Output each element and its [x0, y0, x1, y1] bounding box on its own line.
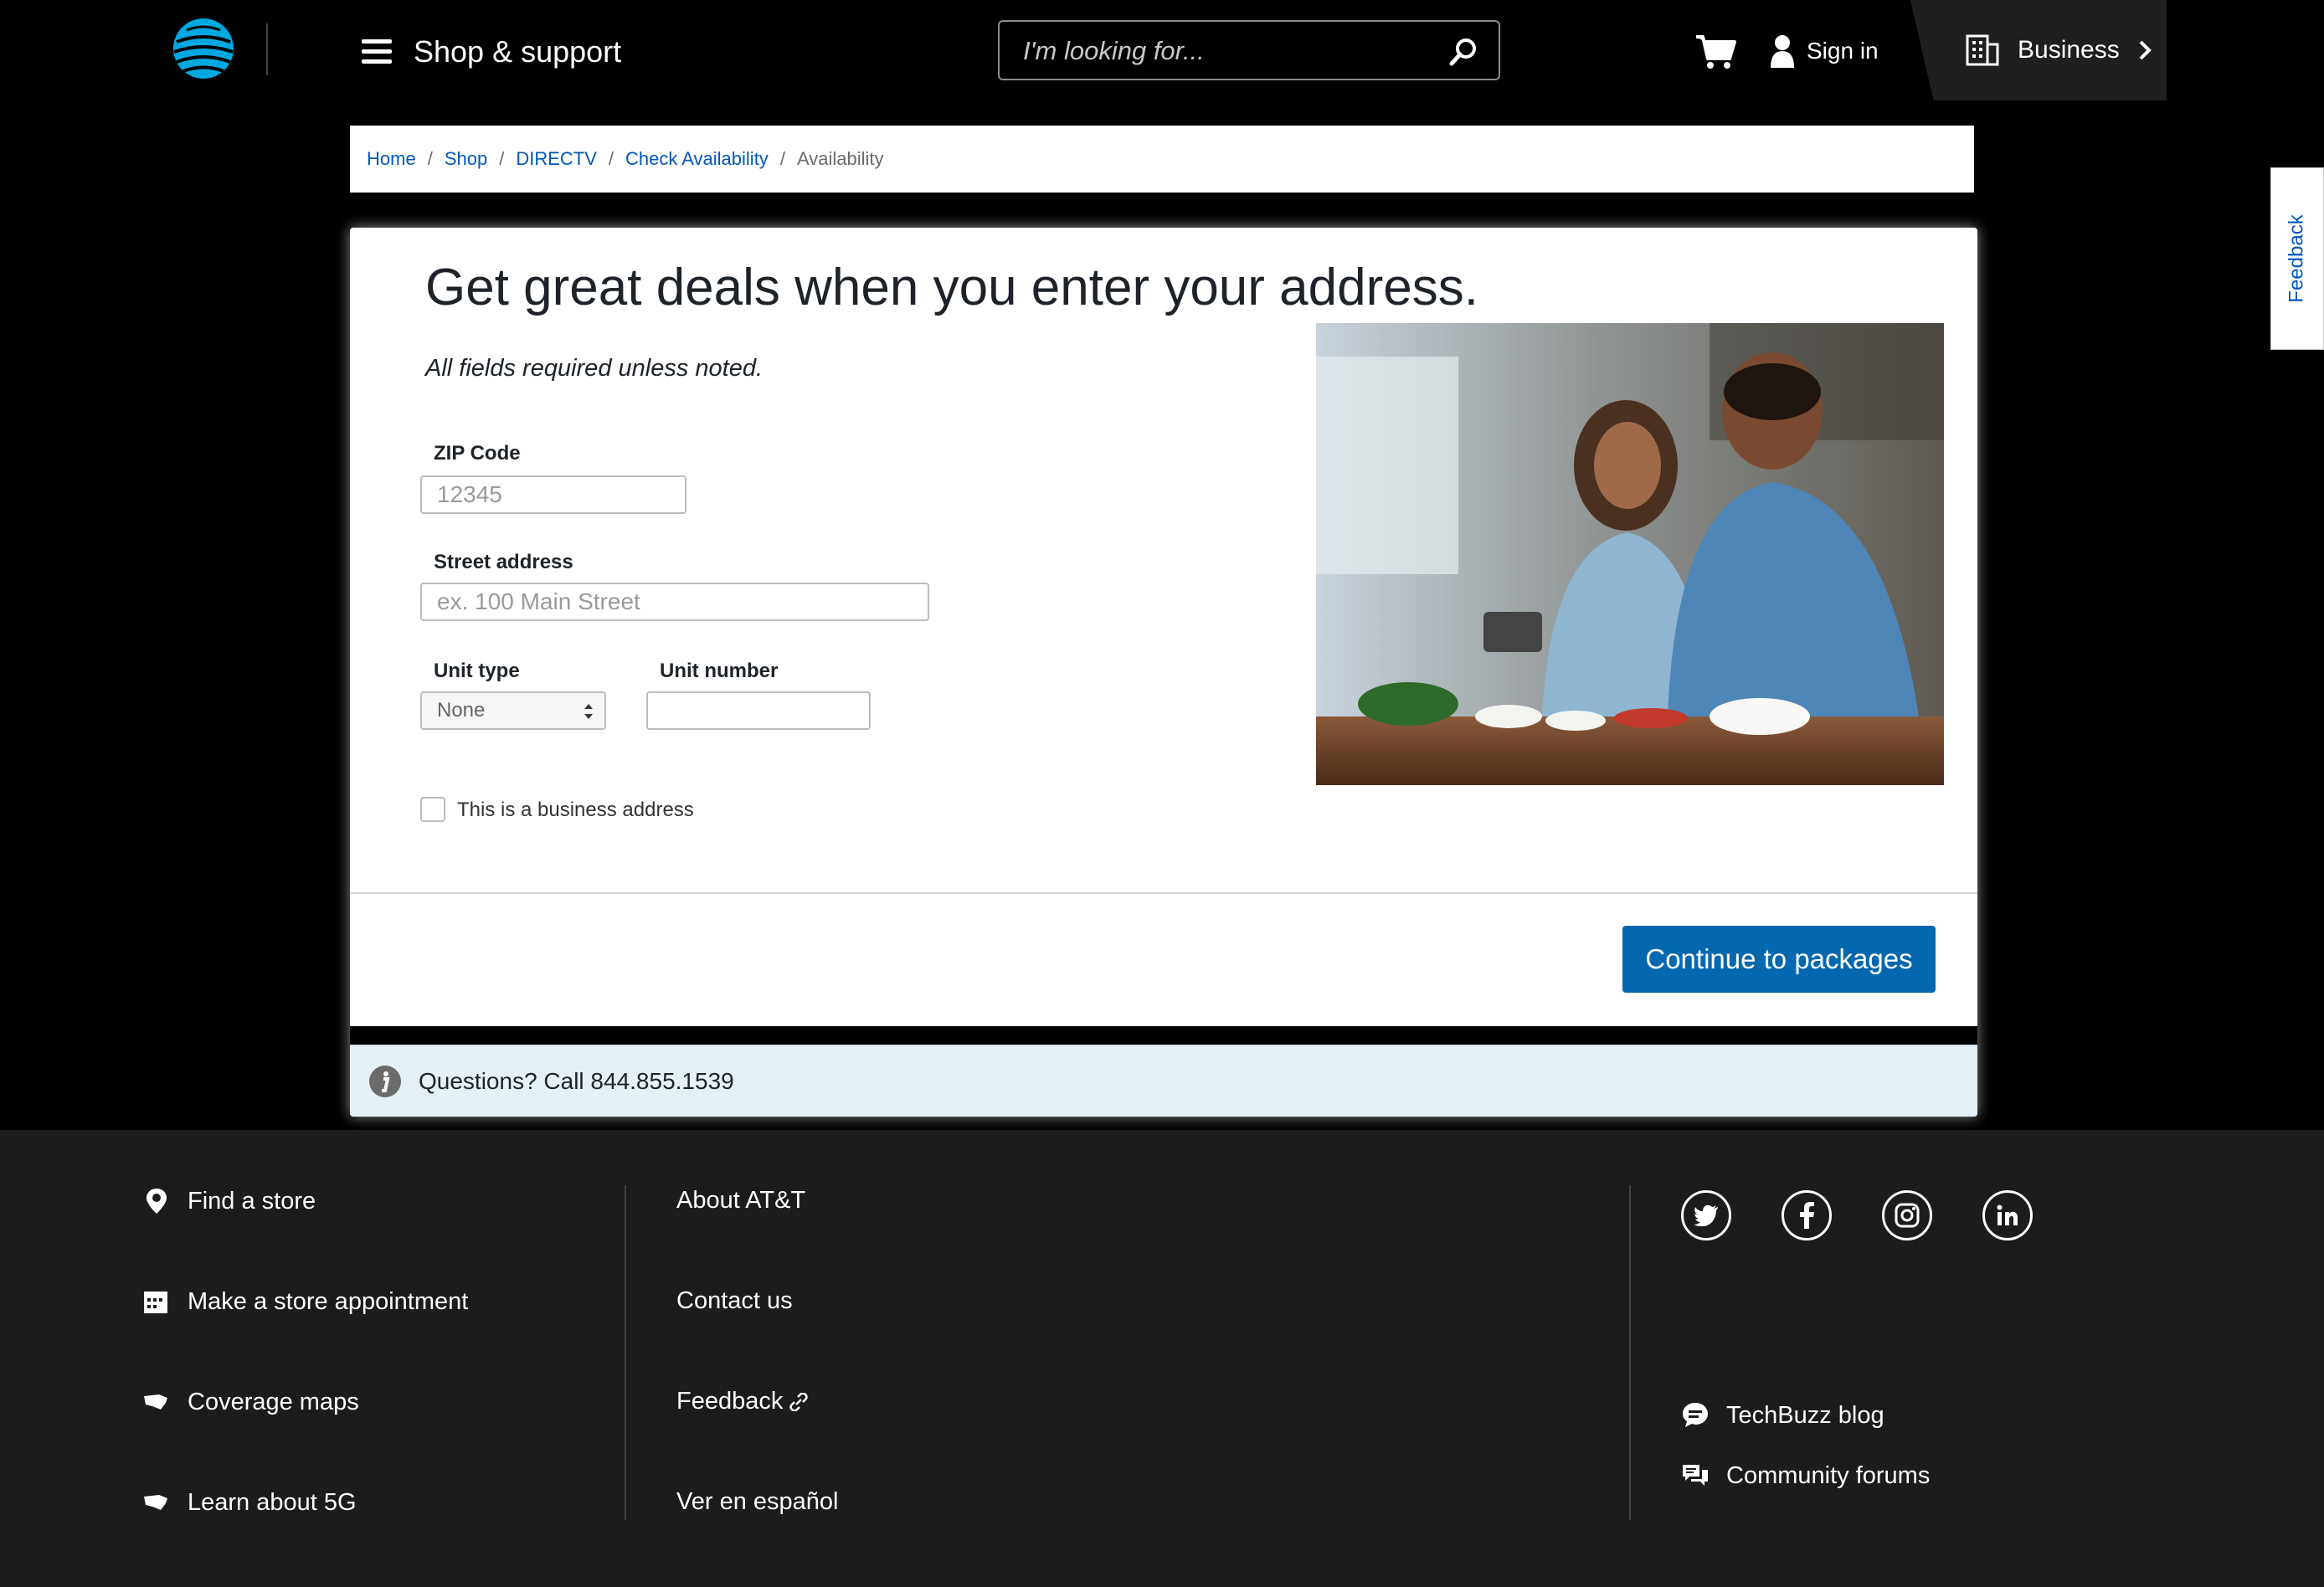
card-divider	[350, 892, 1977, 894]
user-icon	[1771, 35, 1794, 68]
usa-map-icon	[144, 1495, 167, 1510]
breadcrumb-home[interactable]: Home	[367, 148, 416, 170]
street-address-label: Street address	[434, 551, 573, 573]
street-address-input[interactable]	[420, 583, 929, 621]
att-globe-logo[interactable]	[172, 17, 235, 80]
logo-divider	[266, 23, 268, 75]
footer-divider	[625, 1185, 626, 1520]
zip-label: ZIP Code	[434, 442, 521, 465]
search-box	[998, 20, 1500, 80]
breadcrumb-separator: /	[608, 148, 614, 169]
footer-community-forums[interactable]: Community forums	[1681, 1461, 1930, 1490]
breadcrumb-separator: /	[499, 148, 505, 169]
forum-icon	[1683, 1465, 1708, 1486]
unit-type-select[interactable]: None	[420, 691, 606, 730]
breadcrumb-separator: /	[427, 148, 433, 169]
footer-store-appointment-label: Make a store appointment	[188, 1287, 469, 1315]
footer-community-forums-label: Community forums	[1726, 1461, 1931, 1489]
unit-number-input[interactable]	[646, 691, 871, 730]
twitter-icon[interactable]	[1681, 1190, 1731, 1240]
menu-label: Shop & support	[414, 34, 622, 69]
footer-coverage-maps[interactable]: Coverage maps	[142, 1388, 359, 1416]
footer-find-store-label: Find a store	[188, 1187, 316, 1215]
chat-bubble-icon	[1683, 1403, 1708, 1427]
footer-feedback[interactable]: Feedback	[676, 1388, 809, 1415]
address-form-card: Get great deals when you enter your addr…	[350, 228, 1977, 1117]
instagram-icon[interactable]	[1882, 1190, 1932, 1240]
footer-contact-us[interactable]: Contact us	[676, 1287, 793, 1315]
sign-in-label: Sign in	[1807, 38, 1879, 64]
location-pin-icon	[147, 1189, 167, 1214]
cart-icon[interactable]	[1694, 33, 1736, 70]
footer	[0, 1130, 2324, 1587]
breadcrumb-shop[interactable]: Shop	[445, 148, 487, 170]
card-strip	[350, 1026, 1977, 1045]
footer-coverage-maps-label: Coverage maps	[188, 1388, 359, 1415]
linkedin-icon[interactable]	[1982, 1190, 2033, 1240]
business-link[interactable]: Business	[1910, 0, 2167, 100]
external-link-icon	[789, 1392, 809, 1411]
footer-contact-us-label: Contact us	[676, 1287, 793, 1314]
footer-about-att-label: About AT&T	[676, 1187, 806, 1214]
footer-ver-espanol[interactable]: Ver en español	[676, 1488, 838, 1516]
hamburger-icon	[362, 39, 392, 64]
shop-support-menu-button[interactable]: Shop & support	[362, 27, 621, 77]
questions-banner: Questions? Call 844.855.1539	[350, 1045, 1977, 1117]
unit-type-value: None	[437, 699, 486, 722]
global-header: Shop & support Sign in Business	[0, 0, 2324, 126]
breadcrumb-separator: /	[779, 148, 785, 169]
couple-kitchen-photo	[1316, 323, 1944, 785]
footer-ver-espanol-label: Ver en español	[676, 1488, 839, 1515]
select-arrows-icon	[584, 704, 593, 719]
search-input[interactable]	[1023, 32, 1425, 70]
info-icon	[369, 1066, 401, 1097]
footer-store-appointment[interactable]: Make a store appointment	[142, 1287, 468, 1316]
zip-input[interactable]	[420, 475, 686, 514]
business-address-label: This is a business address	[457, 799, 694, 821]
breadcrumb-current: Availability	[796, 148, 884, 169]
calendar-icon	[144, 1292, 167, 1313]
questions-text: Questions? Call 844.855.1539	[419, 1068, 734, 1094]
footer-techbuzz-blog-label: TechBuzz blog	[1726, 1401, 1884, 1429]
business-address-checkbox[interactable]	[420, 797, 445, 822]
footer-feedback-label: Feedback	[676, 1388, 784, 1415]
continue-to-packages-button[interactable]: Continue to packages	[1622, 926, 1936, 993]
chevron-right-icon	[2139, 40, 2152, 60]
unit-type-label: Unit type	[434, 660, 520, 682]
breadcrumb-check-availability[interactable]: Check Availability	[625, 148, 769, 170]
usa-map-icon	[144, 1394, 167, 1410]
facebook-icon[interactable]	[1782, 1190, 1832, 1240]
business-label: Business	[2018, 36, 2120, 64]
breadcrumb-directv[interactable]: DIRECTV	[516, 148, 597, 170]
sign-in-link[interactable]: Sign in	[1770, 30, 1879, 72]
footer-learn-5g-label: Learn about 5G	[188, 1488, 357, 1516]
feedback-tab-label: Feedback	[2285, 214, 2308, 303]
footer-divider	[1629, 1185, 1631, 1520]
search-icon[interactable]	[1448, 37, 1478, 67]
required-note: All fields required unless noted.	[425, 355, 764, 382]
unit-number-label: Unit number	[660, 660, 779, 682]
page-title: Get great deals when you enter your addr…	[425, 259, 1478, 316]
breadcrumb: Home / Shop / DIRECTV / Check Availabili…	[350, 126, 1974, 193]
footer-find-store[interactable]: Find a store	[142, 1187, 316, 1215]
building-icon	[1966, 34, 1999, 66]
footer-about-att[interactable]: About AT&T	[676, 1187, 805, 1215]
footer-learn-5g[interactable]: Learn about 5G	[142, 1488, 357, 1517]
feedback-tab[interactable]: Feedback	[2270, 167, 2324, 350]
footer-techbuzz-blog[interactable]: TechBuzz blog	[1681, 1401, 1884, 1430]
